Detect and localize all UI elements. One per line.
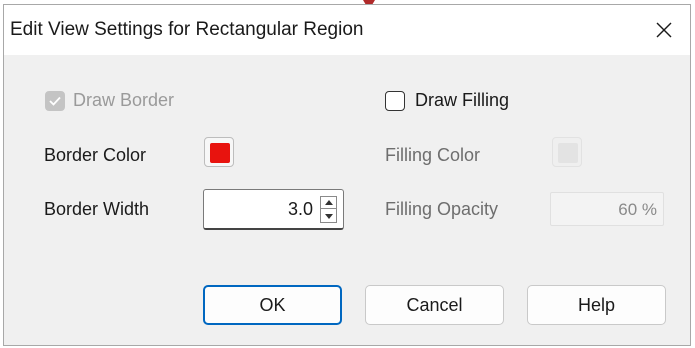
filling-opacity-value: 60 % [618, 200, 657, 219]
border-width-value: 3.0 [287, 199, 313, 219]
filling-color-label: Filling Color [385, 145, 481, 165]
draw-filling-checkbox[interactable] [385, 91, 405, 111]
chevron-down-icon [324, 213, 333, 219]
dialog-title: Edit View Settings for Rectangular Regio… [10, 19, 364, 40]
draw-border-checkbox[interactable] [45, 91, 65, 111]
border-width-spinbox[interactable]: 3.0 [203, 189, 344, 230]
spin-arrows [320, 196, 337, 223]
edit-view-settings-dialog: Edit View Settings for Rectangular Regio… [3, 4, 691, 346]
filling-opacity-field[interactable]: 60 % [550, 192, 664, 226]
border-color-swatch[interactable] [204, 137, 234, 167]
filling-opacity-label: Filling Opacity [385, 199, 499, 219]
border-width-label: Border Width [44, 199, 150, 219]
ok-button[interactable]: OK [203, 285, 342, 325]
help-button[interactable]: Help [527, 285, 666, 325]
increment-button[interactable] [321, 197, 336, 209]
title-bar: Edit View Settings for Rectangular Regio… [4, 5, 690, 55]
close-icon [656, 22, 672, 38]
filling-color-swatch[interactable] [552, 137, 582, 167]
border-color-label: Border Color [44, 145, 147, 165]
checkmark-icon [49, 96, 61, 106]
draw-border-label: Draw Border [73, 90, 175, 110]
close-button[interactable] [638, 5, 690, 55]
border-color-fill [210, 143, 230, 163]
chevron-up-icon [324, 200, 333, 205]
decrement-button[interactable] [321, 210, 336, 222]
cancel-button[interactable]: Cancel [365, 285, 504, 325]
filling-color-fill [558, 143, 578, 163]
draw-filling-label: Draw Filling [415, 90, 510, 110]
